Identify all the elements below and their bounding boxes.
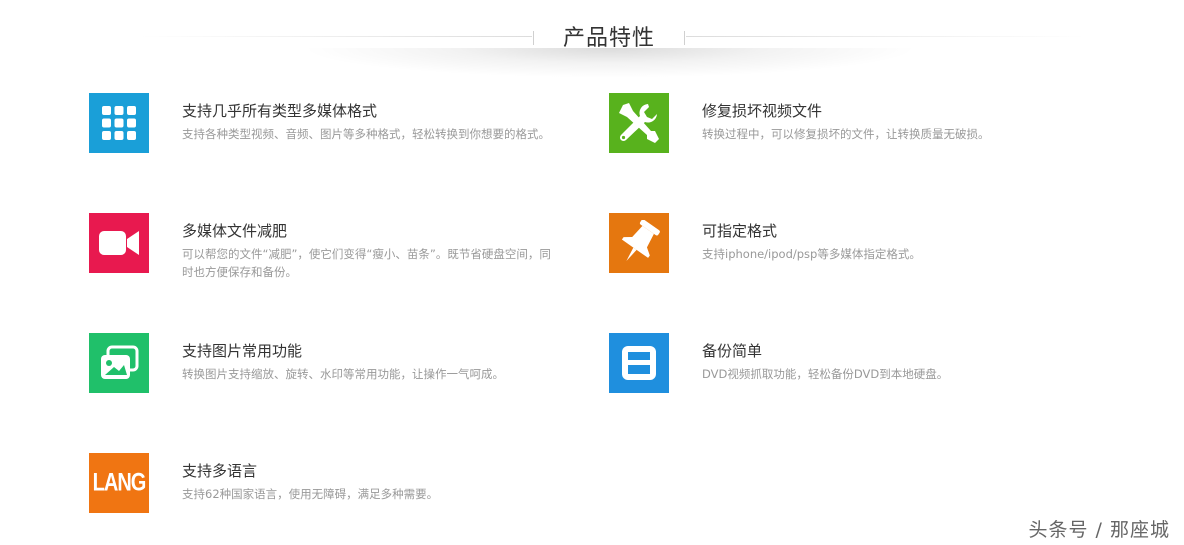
feature-easy-backup: 备份简单 DVD视频抓取功能，轻松备份DVD到本地硬盘。	[609, 333, 1069, 403]
feature-title: 可指定格式	[702, 222, 778, 240]
feature-title: 支持多语言	[182, 462, 258, 480]
section-header: 产品特性	[0, 0, 1184, 80]
video-camera-icon	[89, 213, 149, 273]
lang-icon-text: LANG	[92, 468, 147, 497]
feature-desc: DVD视频抓取功能，轻松备份DVD到本地硬盘。	[702, 367, 949, 381]
repair-tools-icon	[609, 93, 669, 153]
feature-desc: 转换图片支持缩放、旋转、水印等常用功能，让操作一气呵成。	[182, 367, 504, 381]
feature-title: 支持几乎所有类型多媒体格式	[182, 102, 378, 120]
header-tick-right	[684, 31, 685, 45]
feature-slim-files: 多媒体文件减肥 可以帮您的文件“减肥”，使它们变得“瘦小、苗条”。既节省硬盘空间…	[89, 213, 551, 283]
pictures-icon	[89, 333, 149, 393]
feature-title: 备份简单	[702, 342, 763, 360]
floppy-disk-icon	[609, 333, 669, 393]
feature-desc: 支持各种类型视频、音频、图片等多种格式，轻松转换到你想要的格式。	[182, 127, 550, 141]
header-divider-right	[686, 36, 1086, 37]
feature-desc: 转换过程中，可以修复损坏的文件，让转换质量无破损。	[702, 127, 990, 141]
watermark: 头条号 / 那座城	[1028, 519, 1170, 541]
feature-multi-language: LANG 支持多语言 支持62种国家语言，使用无障碍，满足多种需要。	[89, 453, 549, 523]
feature-all-formats: 支持几乎所有类型多媒体格式 支持各种类型视频、音频、图片等多种格式，轻松转换到你…	[89, 93, 550, 163]
feature-specify-format: 可指定格式 支持iphone/ipod/psp等多媒体指定格式。	[609, 213, 1069, 283]
feature-title: 修复损坏视频文件	[702, 102, 823, 120]
feature-repair-video: 修复损坏视频文件 转换过程中，可以修复损坏的文件，让转换质量无破损。	[609, 93, 1069, 163]
grid-apps-icon	[89, 93, 149, 153]
header-shadow	[300, 48, 920, 78]
feature-title: 多媒体文件减肥	[182, 222, 288, 240]
lang-icon: LANG	[89, 453, 149, 513]
feature-desc: 支持iphone/ipod/psp等多媒体指定格式。	[702, 247, 921, 261]
feature-desc: 可以帮您的文件“减肥”，使它们变得“瘦小、苗条”。既节省硬盘空间，同时也方便保存…	[182, 247, 551, 279]
feature-title: 支持图片常用功能	[182, 342, 303, 360]
header-divider-left	[140, 36, 532, 37]
pushpin-icon	[609, 213, 669, 273]
feature-desc: 支持62种国家语言，使用无障碍，满足多种需要。	[182, 487, 439, 501]
feature-image-functions: 支持图片常用功能 转换图片支持缩放、旋转、水印等常用功能，让操作一气呵成。	[89, 333, 549, 403]
